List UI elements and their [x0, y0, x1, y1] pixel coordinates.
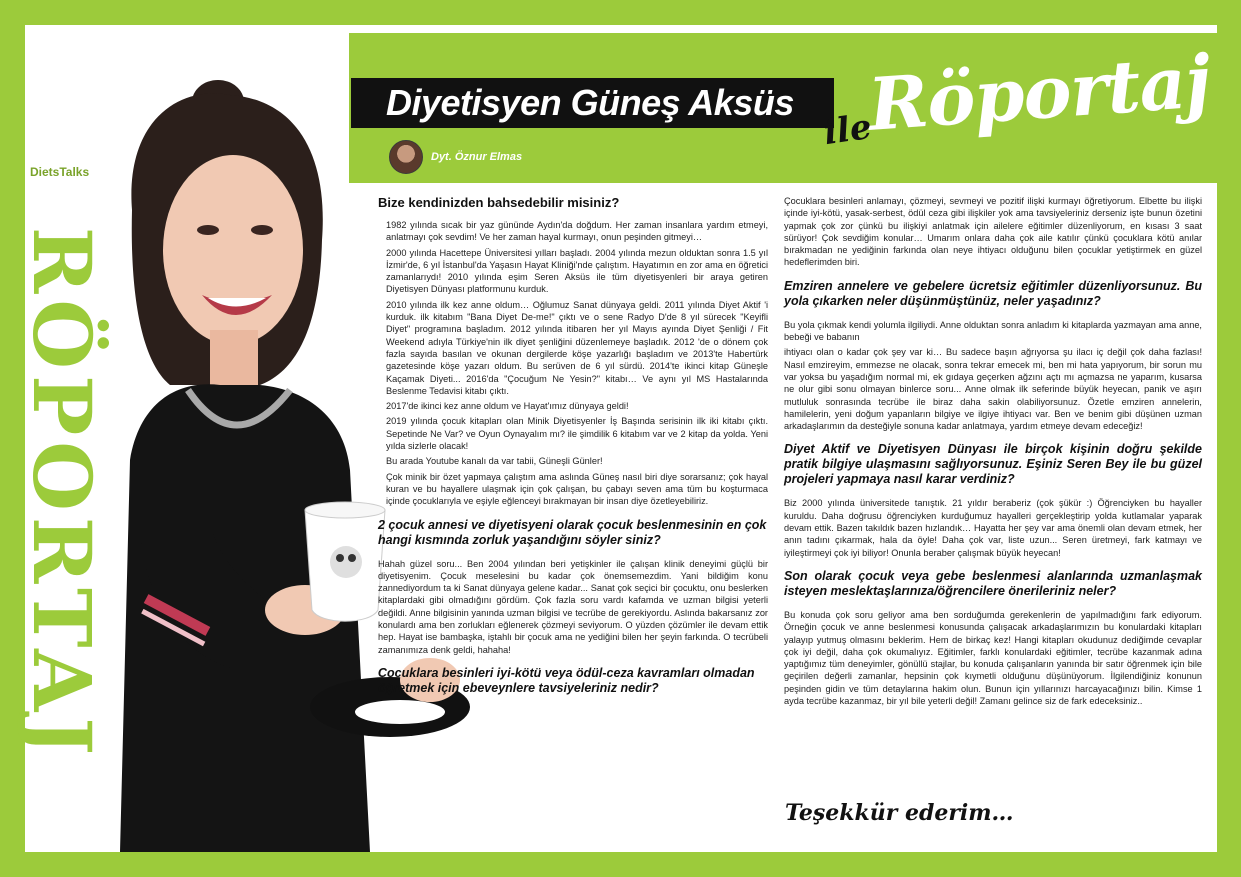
answer-1-paragraph: 2000 yılında Hacettepe Üniversitesi yıll…: [386, 247, 768, 295]
vertical-roportaj-title: RÖPORTAJ: [15, 226, 109, 762]
author-byline: Dyt. Öznur Elmas: [389, 140, 522, 174]
answer-1-paragraph: 1982 yılında sıcak bir yaz gününde Aydın…: [386, 220, 768, 243]
brand-logo: DietsTalks: [30, 165, 90, 179]
answer-3: Çocuklara besinleri anlamayı, çözmeyi, s…: [784, 196, 1202, 268]
answer-5: Biz 2000 yılında üniversitede tanıştık. …: [784, 498, 1202, 558]
question-6: Son olarak çocuk veya gebe beslenmesi al…: [784, 568, 1202, 598]
question-2: 2 çocuk annesi ve diyetisyeni olarak çoc…: [378, 517, 767, 547]
answer-2: Hahah güzel soru... Ben 2004 yılından be…: [378, 558, 768, 655]
question-3: Çocuklara besinleri iyi-kötü veya ödül-c…: [378, 665, 755, 695]
author-name: Dyt. Öznur Elmas: [431, 151, 523, 163]
answer-1-paragraph: Bu arada Youtube kanalı da var tabii, Gü…: [386, 456, 603, 467]
answer-1-paragraph: 2019 yılında çocuk kitapları olan Minik …: [386, 416, 768, 452]
column-right: Çocuklara besinleri anlamayı, çözmeyi, s…: [784, 195, 1202, 710]
question-4: Emziren annelere ve gebelere ücretsiz eğ…: [784, 278, 1202, 308]
answer-1-paragraph: 2017'de ikinci kez anne oldum ve Hayat'ı…: [386, 401, 629, 412]
question-1: Bize kendinizden bahsedebilir misiniz?: [378, 195, 620, 210]
answer-4-intro: Bu yola çıkmak kendi yolumla ilgiliydi. …: [784, 319, 1202, 343]
answer-1: 1982 yılında sıcak bir yaz gününde Aydın…: [386, 219, 768, 508]
column-left: Bize kendinizden bahsedebilir misiniz? 1…: [378, 195, 768, 706]
ile-script-word: ile: [821, 106, 875, 154]
question-5: Diyet Aktif ve Diyetisyen Dünyası ile bi…: [784, 442, 1202, 487]
interview-title: Diyetisyen Güneş Aksüs: [386, 82, 794, 123]
answer-1-paragraph: Çok minik bir özet yapmaya çalıştım ama …: [386, 471, 768, 507]
answer-1-paragraph: 2010 yılında ilk kez anne oldum… Oğlumuz…: [386, 299, 768, 396]
thank-you-signoff: Teşekkür ederim…: [785, 800, 1014, 826]
answer-4-body: ihtiyacı olan o kadar çok şey var ki… Bu…: [784, 347, 1202, 432]
answer-6: Bu konuda çok soru geliyor ama ben sordu…: [784, 609, 1202, 707]
author-avatar: [389, 140, 423, 174]
